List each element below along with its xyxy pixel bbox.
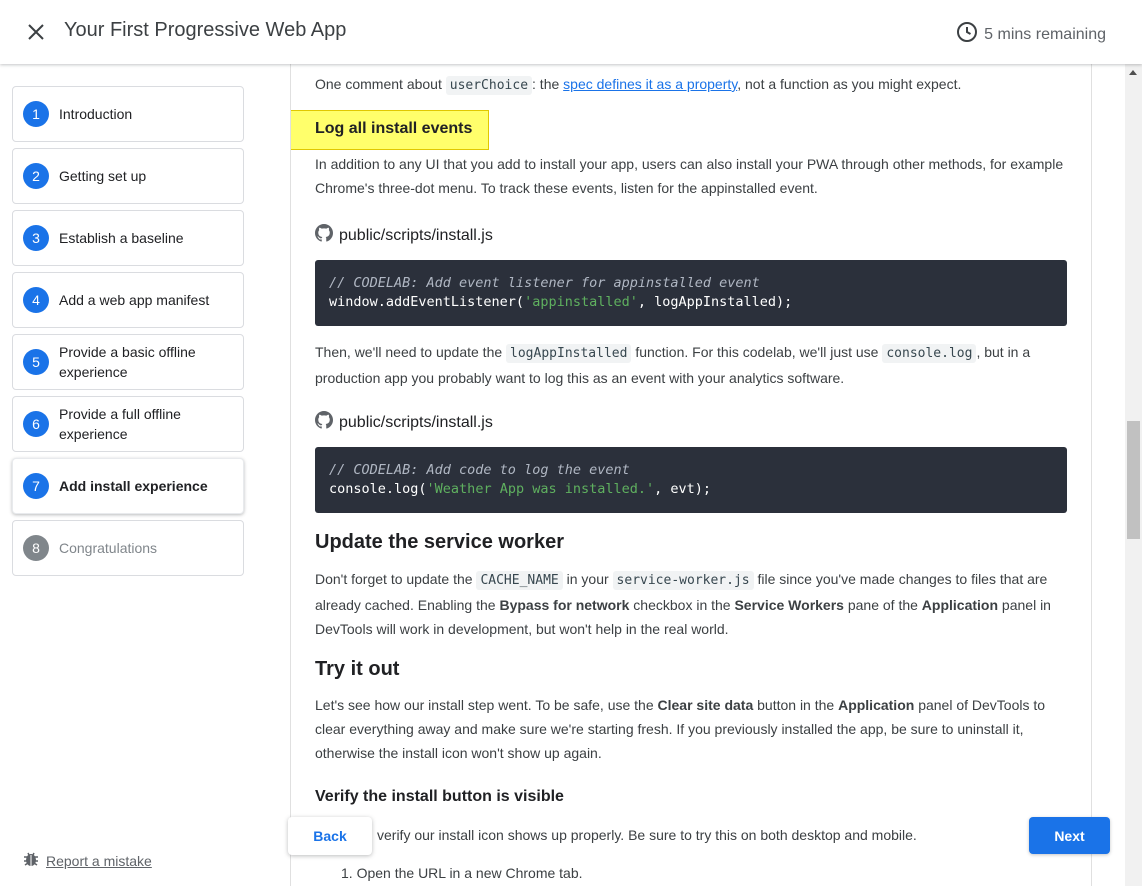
next-button[interactable]: Next (1029, 817, 1110, 854)
bold-text: Application (921, 597, 999, 613)
step-number: 1 (23, 101, 49, 127)
code-string: 'appinstalled' (524, 294, 638, 310)
section-heading-log-events: Log all install events (315, 120, 473, 137)
top-app-bar: Your First Progressive Web App 5 mins re… (0, 0, 1142, 64)
text-fragment: button in the (753, 697, 839, 713)
text-fragment: Then, we'll need to update the (315, 344, 507, 360)
report-mistake-label: Report a mistake (46, 852, 152, 869)
scrollbar-thumb[interactable] (1127, 421, 1140, 539)
report-mistake-link[interactable]: Report a mistake (22, 850, 152, 871)
inline-code: userChoice (445, 76, 533, 95)
text-fragment: , not a function as you might expect. (737, 76, 962, 92)
clock-icon (956, 21, 978, 48)
bold-text: Application (838, 697, 915, 713)
step-label: Add a web app manifest (59, 292, 210, 308)
step-item-establish-baseline[interactable]: 3 Establish a baseline (12, 210, 244, 266)
codelab-content: One comment about userChoice: the spec d… (290, 64, 1092, 886)
inline-code: logAppInstalled (506, 344, 632, 363)
code-block-1: // CODELAB: Add event listener for appin… (315, 260, 1067, 326)
step-item-add-install-experience[interactable]: 7 Add install experience (12, 458, 244, 514)
code-comment: // CODELAB: Add code to log the event (329, 462, 630, 478)
code-block-2: // CODELAB: Add code to log the event co… (315, 447, 1067, 513)
steps-sidebar: 1 Introduction 2 Getting set up 3 Establ… (0, 64, 256, 886)
text-fragment: Let's see how our install step went. To … (315, 697, 658, 713)
step-label: Add install experience (59, 478, 208, 494)
text-fragment: One comment about (315, 76, 446, 92)
step-item-web-app-manifest[interactable]: 4 Add a web app manifest (12, 272, 244, 328)
section-heading: Try it out (315, 658, 400, 680)
step-number: 6 (23, 411, 49, 437)
code-text: console.log( (329, 481, 427, 497)
subheading-verify: Verify the install button is visible (315, 788, 1067, 806)
steps-list: 1. Open the URL in a new Chrome tab. (315, 861, 1067, 885)
log-paragraph: In addition to any UI that you add to in… (315, 152, 1067, 200)
verify-paragraph: verify our install icon shows up properl… (315, 823, 1067, 847)
step-item-full-offline[interactable]: 6 Provide a full offline experience (12, 396, 244, 452)
step-item-getting-set-up[interactable]: 2 Getting set up (12, 148, 244, 204)
page-title: Your First Progressive Web App (64, 19, 347, 41)
bug-icon (22, 850, 40, 871)
code-comment: // CODELAB: Add event listener for appin… (329, 275, 760, 291)
code-text: , evt); (654, 481, 712, 497)
step-label: Congratulations (59, 540, 158, 556)
code-text: , logAppInstalled); (637, 294, 793, 310)
verify-text: verify our install icon shows up properl… (377, 827, 917, 843)
step-number: 8 (23, 535, 49, 561)
github-icon (315, 224, 333, 247)
then-paragraph: Then, we'll need to update the logAppIns… (315, 340, 1067, 390)
section-heading-try-it-out: Try it out (315, 658, 1067, 681)
step-label: Provide a full offline experience (59, 406, 181, 442)
scrollbar[interactable] (1125, 64, 1142, 886)
inline-code: service-worker.js (612, 571, 754, 590)
text-fragment: pane of the (843, 597, 922, 613)
bold-text: Bypass for network (499, 597, 630, 613)
text-fragment: in your (562, 571, 613, 587)
file-label-2: public/scripts/install.js (315, 411, 1067, 434)
text-fragment: function. For this codelab, we'll just u… (631, 344, 883, 360)
step-item-congratulations[interactable]: 8 Congratulations (12, 520, 244, 576)
step-label: Introduction (59, 106, 133, 122)
try-paragraph: Let's see how our install step went. To … (315, 693, 1067, 765)
step-number: 2 (23, 163, 49, 189)
code-string: 'Weather App was installed.' (426, 481, 655, 497)
spec-link[interactable]: spec defines it as a property (563, 76, 737, 92)
file-label-1: public/scripts/install.js (315, 224, 1067, 247)
list-item-text: Open the URL in a new Chrome tab. (356, 865, 583, 881)
bold-text: Clear site data (657, 697, 754, 713)
file-path: public/scripts/install.js (339, 413, 493, 431)
step-item-introduction[interactable]: 1 Introduction (12, 86, 244, 142)
step-item-basic-offline[interactable]: 5 Provide a basic offline experience (12, 334, 244, 390)
step-number: 5 (23, 349, 49, 375)
code-text: window.addEventListener( (329, 294, 525, 310)
inline-code: CACHE_NAME (476, 571, 563, 590)
bold-text: Service Workers (734, 597, 844, 613)
text-fragment: checkbox in the (629, 597, 735, 613)
section-heading: Update the service worker (315, 531, 564, 553)
step-label: Getting set up (59, 168, 147, 184)
inline-code: console.log (882, 344, 977, 363)
close-icon[interactable] (24, 20, 48, 44)
userchoice-paragraph: One comment about userChoice: the spec d… (315, 72, 1067, 98)
sw-paragraph: Don't forget to update the CACHE_NAME in… (315, 567, 1067, 641)
file-path: public/scripts/install.js (339, 226, 493, 244)
subsection-heading: Verify the install button is visible (315, 788, 564, 805)
time-remaining: 5 mins remaining (956, 21, 1106, 48)
step-number: 3 (23, 225, 49, 251)
text-fragment: Don't forget to update the (315, 571, 477, 587)
time-remaining-label: 5 mins remaining (984, 25, 1106, 43)
section-heading-update-sw: Update the service worker (315, 531, 1067, 554)
scroll-up-arrow-icon[interactable] (1129, 70, 1137, 75)
step-label: Provide a basic offline experience (59, 344, 196, 380)
step-number: 7 (23, 473, 49, 499)
step-number: 4 (23, 287, 49, 313)
github-icon (315, 411, 333, 434)
text-fragment: : the (532, 76, 564, 92)
log-text: In addition to any UI that you add to in… (315, 156, 1064, 196)
list-item: 1. Open the URL in a new Chrome tab. (341, 865, 583, 881)
step-label: Establish a baseline (59, 230, 184, 246)
back-button[interactable]: Back (288, 817, 372, 855)
